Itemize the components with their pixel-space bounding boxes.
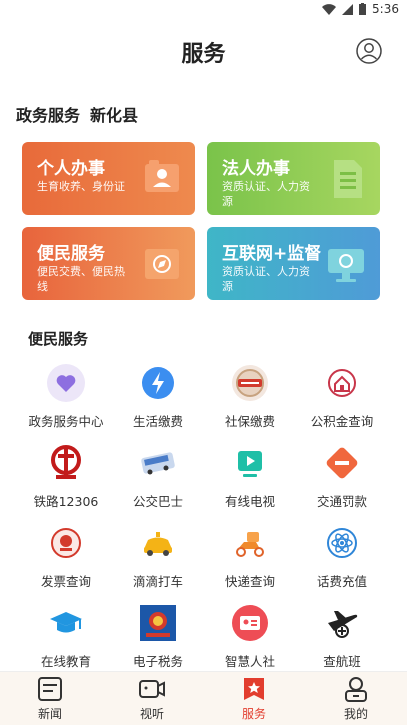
service-label: 话费充值 <box>316 574 367 589</box>
service-label: 发票查询 <box>40 574 91 589</box>
internet-supervision-card[interactable]: 互联网+监督 资质认证、人力资源 <box>207 227 380 300</box>
tab-label: 我的 <box>343 707 368 721</box>
service-label: 快递查询 <box>224 574 275 589</box>
bottom-tab-bar: 新闻 视听 服务 我的 <box>0 671 407 725</box>
tax-emblem-icon <box>46 523 86 563</box>
social-security-badge-icon <box>230 363 270 403</box>
tab-label: 新闻 <box>37 707 62 721</box>
service-item-utility[interactable]: 生活缴费 <box>112 363 204 441</box>
card-subtitle: 资质认证、人力资源 <box>222 265 310 293</box>
compass-folder-icon <box>145 249 179 279</box>
atom-icon <box>322 523 362 563</box>
tab-news[interactable]: 新闻 <box>20 676 80 724</box>
person-card-icon <box>145 160 179 192</box>
service-label: 查航班 <box>323 654 361 669</box>
service-label: 滴滴打车 <box>132 574 183 589</box>
service-label: 生活缴费 <box>132 414 183 429</box>
no-entry-icon <box>322 443 362 483</box>
service-item-e-tax[interactable]: 电子税务 <box>112 603 204 671</box>
scooter-icon <box>230 523 270 563</box>
card-subtitle: 生育收养、身份证 <box>37 180 125 193</box>
card-subtitle: 便民交费、便民热线 <box>37 265 125 293</box>
service-item-online-education[interactable]: 在线教育 <box>20 603 112 671</box>
railway-logo-icon <box>46 443 86 483</box>
card-title: 互联网+监督 <box>222 244 322 264</box>
service-item-didi[interactable]: 滴滴打车 <box>112 523 204 601</box>
id-card-icon <box>230 603 270 643</box>
service-item-invoice[interactable]: 发票查询 <box>20 523 112 601</box>
news-icon <box>38 677 62 701</box>
bus-icon <box>138 443 178 483</box>
tv-icon <box>230 443 270 483</box>
service-label: 公交巴士 <box>132 494 183 509</box>
service-label: 公积金查询 <box>310 414 374 429</box>
status-bar: 5:36 <box>0 0 407 20</box>
service-label: 社保缴费 <box>224 414 275 429</box>
county-name[interactable]: 新化县 <box>90 102 138 126</box>
tab-service[interactable]: 服务 <box>224 676 284 724</box>
document-icon <box>334 160 362 198</box>
service-label: 在线教育 <box>40 654 91 669</box>
airplane-icon <box>322 603 362 643</box>
taxi-icon <box>138 523 178 563</box>
service-item-railway[interactable]: 铁路12306 <box>20 443 112 521</box>
card-subtitle: 资质认证、人力资源 <box>222 180 310 208</box>
tab-video[interactable]: 视听 <box>122 676 182 724</box>
tax-bureau-icon <box>138 603 178 643</box>
service-item-cable-tv[interactable]: 有线电视 <box>204 443 296 521</box>
service-item-gov-center[interactable]: 政务服务中心 <box>20 363 112 441</box>
service-item-housing-fund[interactable]: 公积金查询 <box>296 363 388 441</box>
service-item-smart-hr[interactable]: 智慧人社 <box>204 603 296 671</box>
tab-label: 视听 <box>139 707 164 721</box>
service-item-traffic-fine[interactable]: 交通罚款 <box>296 443 388 521</box>
graduation-cap-icon <box>46 603 86 643</box>
personal-affairs-card[interactable]: 个人办事 生育收养、身份证 <box>22 142 195 215</box>
service-item-express[interactable]: 快递查询 <box>204 523 296 601</box>
status-icons: 5:36 <box>322 2 399 16</box>
service-content[interactable]: 政务服务 新化县 个人办事 生育收养、身份证 法人办事 资质认证、人力资源 便民… <box>0 84 407 671</box>
convenience-section-title: 便民服务 <box>28 330 89 348</box>
wifi-icon <box>322 3 337 15</box>
legal-affairs-card[interactable]: 法人办事 资质认证、人力资源 <box>207 142 380 215</box>
service-label: 智慧人社 <box>224 654 275 669</box>
service-item-bus[interactable]: 公交巴士 <box>112 443 204 521</box>
service-item-flight[interactable]: 查航班 <box>296 603 388 671</box>
status-time: 5:36 <box>372 2 399 16</box>
tab-label: 服务 <box>241 707 266 721</box>
monitor-icon <box>328 249 364 282</box>
battery-icon <box>359 3 367 15</box>
profile-icon <box>345 677 367 702</box>
service-label: 铁路12306 <box>33 494 99 509</box>
heart-icon <box>46 363 86 403</box>
tab-profile[interactable]: 我的 <box>326 676 386 724</box>
gov-section-title: 政务服务 <box>16 106 81 125</box>
page-title: 服务 <box>181 42 226 67</box>
lightning-icon <box>138 363 178 403</box>
video-icon <box>139 680 165 698</box>
house-fund-icon <box>322 363 362 403</box>
service-label: 政务服务中心 <box>28 414 104 429</box>
service-icon <box>244 678 264 700</box>
convenience-services-card[interactable]: 便民服务 便民交费、便民热线 <box>22 227 195 300</box>
service-label: 交通罚款 <box>316 494 367 509</box>
card-title: 法人办事 <box>222 159 290 179</box>
service-item-phone-recharge[interactable]: 话费充值 <box>296 523 388 601</box>
service-label: 电子税务 <box>132 654 183 669</box>
service-item-social-security[interactable]: 社保缴费 <box>204 363 296 441</box>
signal-icon <box>342 3 354 15</box>
page-header: 服务 <box>0 20 407 84</box>
service-label: 有线电视 <box>224 494 275 509</box>
card-title: 个人办事 <box>37 159 105 179</box>
user-avatar-icon[interactable] <box>356 38 382 64</box>
gov-section-heading: 政务服务 新化县 <box>16 102 138 126</box>
card-title: 便民服务 <box>37 244 105 264</box>
